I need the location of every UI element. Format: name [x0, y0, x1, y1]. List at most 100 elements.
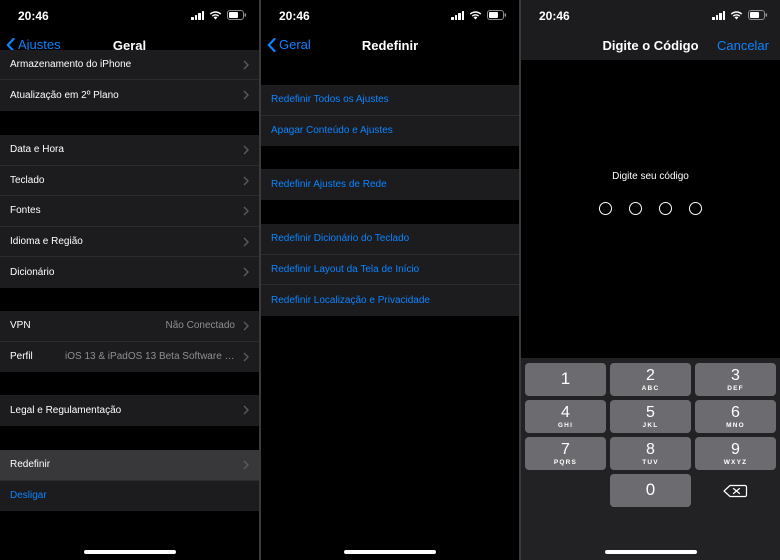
row-reset-home-layout[interactable]: Redefinir Layout da Tela de Início [261, 255, 519, 285]
row-label: Perfil [10, 351, 33, 363]
key-digit: 9 [731, 441, 740, 458]
cellular-signal-icon [712, 10, 725, 20]
row-background-refresh[interactable]: Atualização em 2º Plano [0, 80, 259, 111]
row-reset[interactable]: Redefinir [0, 450, 259, 481]
chevron-right-icon [243, 206, 249, 216]
key-5[interactable]: 5 JKL [610, 400, 691, 433]
settings-group-vpn: VPN Não Conectado Perfil iOS 13 & iPadOS 1… [0, 311, 259, 372]
passcode-dot [629, 202, 642, 215]
key-digit: 7 [561, 441, 570, 458]
row-label: Redefinir Layout da Tela de Início [271, 263, 420, 275]
status-time: 20:46 [18, 9, 49, 23]
key-digit: 5 [646, 404, 655, 421]
row-label: Redefinir Localização e Privacidade [271, 294, 430, 306]
row-label: Desligar [10, 490, 47, 502]
cellular-signal-icon [191, 10, 204, 20]
key-9[interactable]: 9 WXYZ [695, 437, 776, 470]
key-letters: MNO [726, 422, 745, 429]
key-digit: 0 [645, 480, 656, 499]
cancel-button[interactable]: Cancelar [717, 38, 769, 53]
settings-group-storage: Armazenamento do iPhone Atualização em 2… [0, 50, 259, 111]
row-erase-content-settings[interactable]: Apagar Conteúdo e Ajustes [261, 116, 519, 147]
status-time: 20:46 [279, 9, 310, 23]
chevron-right-icon [243, 60, 249, 70]
row-shutdown[interactable]: Desligar [0, 481, 259, 512]
row-keyboard[interactable]: Teclado [0, 166, 259, 196]
key-digit: 1 [560, 369, 571, 388]
row-reset-network[interactable]: Redefinir Ajustes de Rede [261, 169, 519, 200]
row-profile[interactable]: Perfil iOS 13 & iPadOS 13 Beta Software P… [0, 342, 259, 373]
key-0[interactable]: 0 [610, 474, 691, 507]
key-8[interactable]: 8 TUV [610, 437, 691, 470]
row-label: Data e Hora [10, 144, 64, 156]
row-fonts[interactable]: Fontes [0, 196, 259, 227]
reset-screen: 20:46 Geral Redefinir Redefinir Todos os… [261, 0, 519, 560]
page-title: Redefinir [361, 38, 419, 53]
backspace-icon[interactable] [720, 484, 750, 498]
battery-icon [487, 10, 507, 20]
passcode-dot [659, 202, 672, 215]
vpn-status-value: Não Conectado [165, 320, 236, 332]
profile-value: iOS 13 & iPadOS 13 Beta Software Profile… [65, 351, 235, 363]
passcode-screen: 20:46 Digite o Código Cancelar Digite se… [521, 0, 780, 560]
home-indicator[interactable] [604, 550, 697, 554]
row-label: Teclado [10, 174, 45, 186]
chevron-right-icon [243, 460, 249, 470]
status-bar: 20:46 [521, 0, 780, 32]
chevron-right-icon [243, 267, 249, 277]
passcode-prompt: Digite seu código [612, 171, 689, 182]
row-storage[interactable]: Armazenamento do iPhone [0, 50, 259, 80]
general-settings-screen: 20:46 Ajustes Geral Armazenamento do iPh… [0, 0, 259, 560]
row-label: Redefinir Todos os Ajustes [271, 94, 389, 106]
key-2[interactable]: 2 ABC [610, 363, 691, 396]
nav-bar: Digite o Código Cancelar [521, 32, 780, 60]
row-legal[interactable]: Legal e Regulamentação [0, 395, 259, 426]
row-reset-keyboard-dictionary[interactable]: Redefinir Dicionário do Teclado [261, 224, 519, 255]
key-letters: WXYZ [723, 459, 748, 466]
chevron-right-icon [243, 352, 249, 361]
nav-bar: Geral Redefinir [261, 32, 519, 60]
chevron-right-icon [243, 176, 249, 185]
home-indicator[interactable] [344, 550, 436, 554]
settings-group-reset: Redefinir Desligar [0, 450, 259, 511]
chevron-right-icon [243, 405, 249, 415]
cellular-signal-icon [451, 10, 464, 20]
key-7[interactable]: 7 PQRS [525, 437, 606, 470]
row-reset-all-settings[interactable]: Redefinir Todos os Ajustes [261, 85, 519, 116]
key-1[interactable]: 1 [525, 363, 606, 396]
key-letters: ABC [641, 385, 660, 392]
battery-icon [227, 10, 247, 20]
key-digit: 8 [646, 441, 655, 458]
key-3[interactable]: 3 DEF [695, 363, 776, 396]
key-digit: 4 [561, 404, 570, 421]
chevron-right-icon [243, 145, 249, 155]
passcode-dots [521, 202, 780, 215]
row-vpn[interactable]: VPN Não Conectado [0, 311, 259, 342]
status-bar: 20:46 [261, 0, 519, 32]
passcode-dot [689, 202, 702, 215]
key-letters: DEF [727, 385, 744, 392]
reset-group-other: Redefinir Dicionário do Teclado Redefini… [261, 224, 519, 316]
row-dictionary[interactable]: Dicionário [0, 257, 259, 288]
settings-group-legal: Legal e Regulamentação [0, 395, 259, 426]
key-6[interactable]: 6 MNO [695, 400, 776, 433]
chevron-right-icon [243, 237, 249, 246]
row-label: Redefinir Ajustes de Rede [271, 178, 387, 190]
row-label: Redefinir [10, 459, 51, 471]
key-letters: PQRS [553, 459, 578, 466]
key-digit: 6 [731, 404, 740, 421]
chevron-right-icon [243, 90, 249, 100]
home-indicator[interactable] [83, 550, 176, 554]
status-bar: 20:46 [0, 0, 259, 32]
passcode-dot [599, 202, 612, 215]
row-language-region[interactable]: Idioma e Região [0, 227, 259, 257]
battery-icon [748, 10, 768, 20]
row-label: Legal e Regulamentação [10, 404, 122, 416]
row-reset-location-privacy[interactable]: Redefinir Localização e Privacidade [261, 285, 519, 316]
row-label: Atualização em 2º Plano [10, 89, 119, 101]
row-label: Fontes [10, 205, 41, 217]
row-date-time[interactable]: Data e Hora [0, 135, 259, 166]
row-label: Redefinir Dicionário do Teclado [271, 233, 410, 245]
key-digit: 2 [646, 367, 655, 384]
key-4[interactable]: 4 GHI [525, 400, 606, 433]
